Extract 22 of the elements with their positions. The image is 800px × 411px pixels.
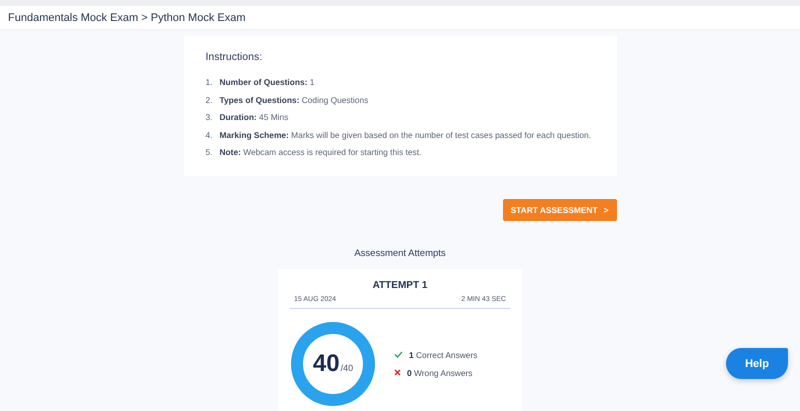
start-assessment-button[interactable]: START ASSESSMENT >	[502, 198, 616, 220]
attempt-title: ATTEMPT 1	[372, 280, 428, 290]
list-number: 2.	[206, 94, 214, 106]
result-text: 0 Wrong Answers	[407, 368, 472, 378]
help-button[interactable]: Help	[726, 348, 788, 379]
instruction-text: Marking Scheme: Marks will be given based on the number of test cases passed for each question.	[220, 128, 591, 142]
instruction-text: Note: Webcam access is required for starting this test.	[220, 146, 422, 159]
cross-icon	[394, 369, 401, 376]
list-number: 5.	[206, 146, 214, 159]
score-max: /40	[340, 362, 354, 372]
breadcrumb: Fundamentals Mock Exam > Python Mock Exam	[8, 12, 246, 24]
section-title: Assessment Attempts	[354, 248, 446, 258]
result-text: 1 Correct Answers	[409, 350, 478, 360]
instruction-text: Duration: 45 Mins	[220, 111, 288, 124]
check-icon	[394, 351, 403, 358]
instruction-text: Number of Questions: 1	[220, 76, 314, 89]
score-value: 40	[312, 350, 340, 378]
instruction-text: Types of Questions: Coding Questions	[220, 94, 368, 107]
instructions-title: Instructions:	[206, 51, 264, 63]
list-number: 1.	[206, 76, 214, 89]
list-number: 3.	[206, 111, 214, 124]
list-number: 4.	[206, 128, 214, 142]
